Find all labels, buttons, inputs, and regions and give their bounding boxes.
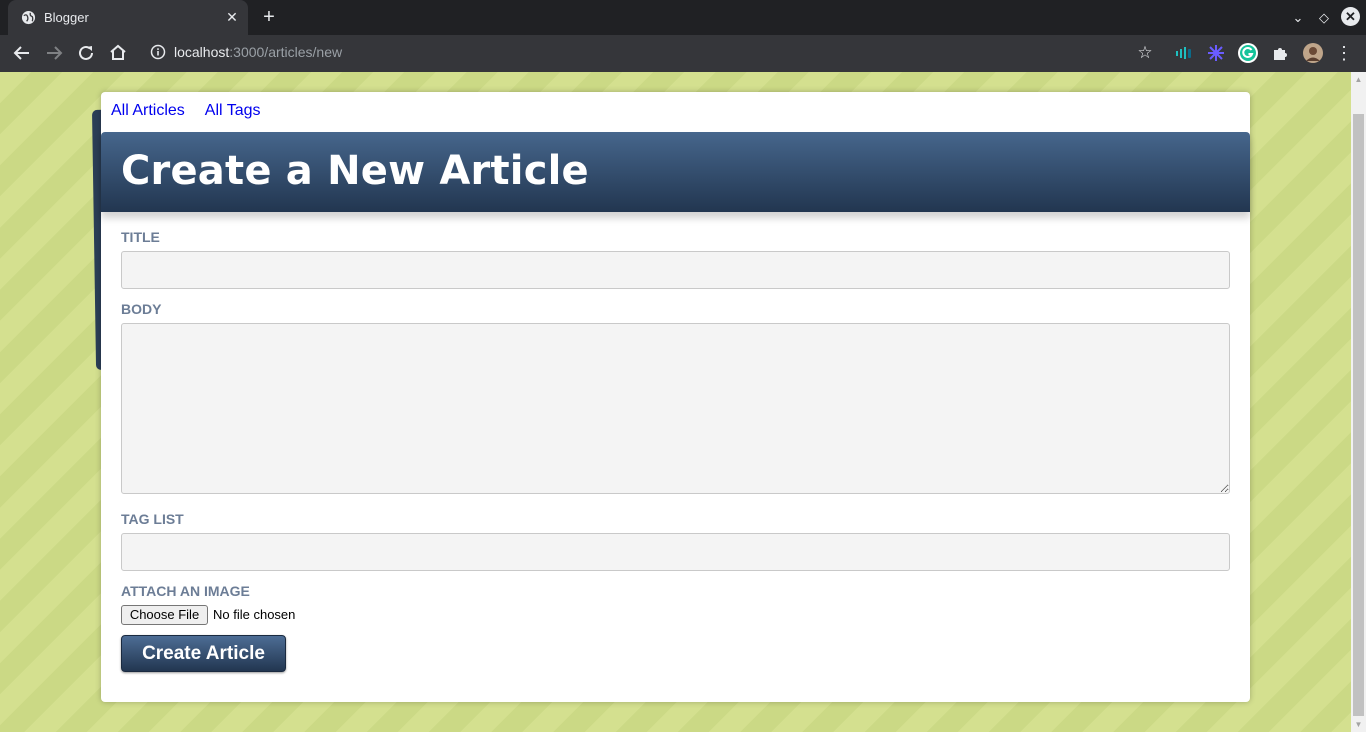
file-status-text: No file chosen (213, 607, 296, 622)
tag-list-input[interactable] (121, 533, 1230, 571)
attach-image-label: ATTACH AN IMAGE (121, 583, 250, 599)
page-title: Create a New Article (121, 148, 589, 194)
tab-strip: Blogger ✕ + ⌄ ◇ ✕ (0, 0, 1366, 35)
tab-close-icon[interactable]: ✕ (224, 9, 240, 25)
new-tab-icon[interactable]: + (259, 7, 279, 27)
body-label: BODY (121, 301, 162, 317)
back-icon[interactable] (10, 41, 34, 65)
profile-avatar[interactable] (1302, 42, 1324, 64)
title-label: TITLE (121, 229, 160, 245)
browser-toolbar: localhost:3000/articles/new ☆ ⋮ (0, 35, 1366, 72)
scroll-down-arrow-icon[interactable]: ▼ (1351, 717, 1366, 732)
url-host: localhost (174, 44, 230, 60)
kebab-menu-icon[interactable]: ⋮ (1332, 41, 1356, 65)
tab-title: Blogger (44, 10, 89, 25)
create-article-button[interactable]: Create Article (121, 635, 286, 672)
vertical-scrollbar[interactable]: ▲ ▼ (1351, 72, 1366, 732)
address-bar[interactable]: localhost:3000/articles/new (174, 44, 342, 60)
diamond-icon[interactable]: ◇ (1314, 8, 1334, 28)
reload-icon[interactable] (74, 41, 98, 65)
browser-tab[interactable]: Blogger ✕ (8, 0, 248, 35)
scrollbar-thumb[interactable] (1353, 114, 1364, 716)
puzzle-icon[interactable] (1269, 42, 1291, 64)
audio-extension-icon[interactable] (1173, 42, 1195, 64)
all-tags-link[interactable]: All Tags (205, 102, 261, 119)
home-icon[interactable] (106, 41, 130, 65)
tag-list-label: TAG LIST (121, 511, 184, 527)
info-icon[interactable] (150, 44, 166, 60)
all-articles-link[interactable]: All Articles (111, 102, 185, 119)
body-textarea[interactable] (121, 323, 1230, 494)
title-input[interactable] (121, 251, 1230, 289)
page-banner: Create a New Article (101, 132, 1250, 212)
grammarly-icon[interactable] (1237, 42, 1259, 64)
flower-extension-icon[interactable] (1205, 42, 1227, 64)
globe-icon (21, 10, 36, 25)
bookmark-star-icon[interactable]: ☆ (1135, 43, 1155, 63)
url-path: :3000/articles/new (229, 44, 343, 60)
choose-file-button[interactable]: Choose File (121, 605, 208, 625)
page-viewport: All Articles All Tags Create a New Articl… (0, 72, 1351, 732)
scroll-up-arrow-icon[interactable]: ▲ (1351, 72, 1366, 87)
tab-search-chevron-icon[interactable]: ⌄ (1288, 8, 1308, 28)
forward-icon[interactable] (42, 41, 66, 65)
top-navigation: All Articles All Tags (111, 102, 281, 120)
window-close-icon[interactable]: ✕ (1341, 7, 1360, 26)
content-card: All Articles All Tags Create a New Articl… (101, 92, 1250, 702)
